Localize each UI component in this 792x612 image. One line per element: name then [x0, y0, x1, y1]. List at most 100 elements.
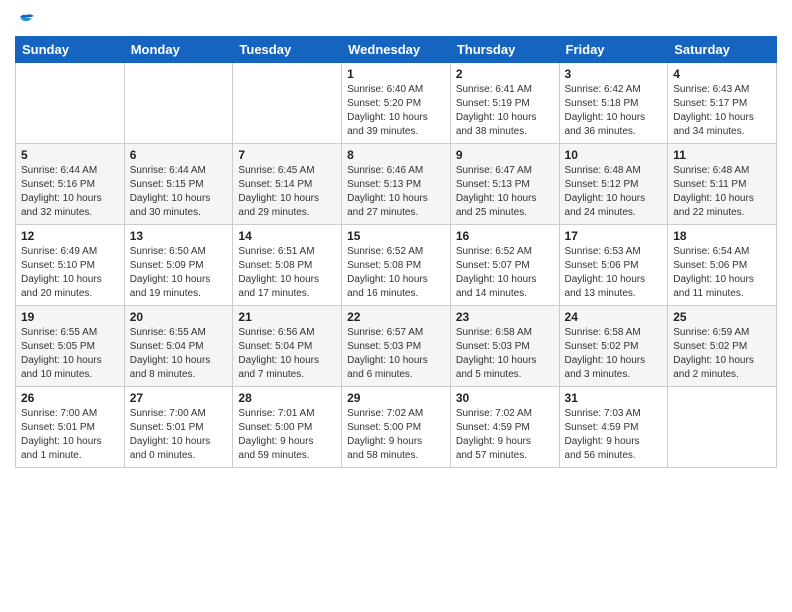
weekday-header-tuesday: Tuesday	[233, 37, 342, 63]
cell-daylight-info: Sunrise: 6:49 AM Sunset: 5:10 PM Dayligh…	[21, 245, 119, 301]
cell-day-number: 4	[673, 67, 771, 81]
calendar-cell: 1Sunrise: 6:40 AM Sunset: 5:20 PM Daylig…	[342, 63, 451, 144]
weekday-header-saturday: Saturday	[668, 37, 777, 63]
cell-daylight-info: Sunrise: 6:52 AM Sunset: 5:08 PM Dayligh…	[347, 245, 445, 301]
cell-day-number: 21	[238, 310, 336, 324]
calendar-cell: 16 Sunrise: 6:52 AM Sunset: 5:07 PM Dayli…	[450, 225, 559, 306]
calendar-week-row-0: 1Sunrise: 6:40 AM Sunset: 5:20 PM Daylig…	[16, 63, 777, 144]
cell-daylight-info: Sunrise: 7:02 AM Sunset: 4:59 PM Dayligh…	[456, 407, 554, 463]
calendar-cell: 10 Sunrise: 6:48 AM Sunset: 5:12 PM Dayli…	[559, 144, 668, 225]
cell-day-number: 16	[456, 229, 554, 243]
calendar-cell: 6 Sunrise: 6:44 AM Sunset: 5:15 PM Daylig…	[124, 144, 233, 225]
cell-day-number: 7	[238, 148, 336, 162]
calendar-cell: 21Sunrise: 6:56 AM Sunset: 5:04 PM Dayli…	[233, 306, 342, 387]
cell-day-number: 29	[347, 391, 445, 405]
calendar-cell: 2 Sunrise: 6:41 AM Sunset: 5:19 PM Daylig…	[450, 63, 559, 144]
calendar-cell: 14 Sunrise: 6:51 AM Sunset: 5:08 PM Dayli…	[233, 225, 342, 306]
weekday-header-thursday: Thursday	[450, 37, 559, 63]
cell-day-number: 15	[347, 229, 445, 243]
calendar-week-row-1: 5Sunrise: 6:44 AM Sunset: 5:16 PM Daylig…	[16, 144, 777, 225]
cell-daylight-info: Sunrise: 6:47 AM Sunset: 5:13 PM Dayligh…	[456, 164, 554, 220]
cell-day-number: 30	[456, 391, 554, 405]
cell-daylight-info: Sunrise: 6:54 AM Sunset: 5:06 PM Dayligh…	[673, 245, 771, 301]
logo	[15, 10, 36, 30]
page: SundayMondayTuesdayWednesdayThursdayFrid…	[0, 0, 792, 612]
cell-daylight-info: Sunrise: 7:00 AM Sunset: 5:01 PM Dayligh…	[21, 407, 119, 463]
cell-daylight-info: Sunrise: 6:51 AM Sunset: 5:08 PM Dayligh…	[238, 245, 336, 301]
cell-day-number: 12	[21, 229, 119, 243]
weekday-header-sunday: Sunday	[16, 37, 125, 63]
cell-day-number: 13	[130, 229, 228, 243]
calendar-cell: 28 Sunrise: 7:01 AM Sunset: 5:00 PM Dayli…	[233, 387, 342, 468]
weekday-header-wednesday: Wednesday	[342, 37, 451, 63]
logo-text	[15, 10, 36, 30]
cell-day-number: 31	[565, 391, 663, 405]
cell-daylight-info: Sunrise: 6:55 AM Sunset: 5:04 PM Dayligh…	[130, 326, 228, 382]
cell-day-number: 6	[130, 148, 228, 162]
cell-day-number: 20	[130, 310, 228, 324]
cell-day-number: 26	[21, 391, 119, 405]
calendar: SundayMondayTuesdayWednesdayThursdayFrid…	[15, 36, 777, 468]
cell-daylight-info: Sunrise: 7:03 AM Sunset: 4:59 PM Dayligh…	[565, 407, 663, 463]
cell-day-number: 9	[456, 148, 554, 162]
calendar-cell: 12 Sunrise: 6:49 AM Sunset: 5:10 PM Dayli…	[16, 225, 125, 306]
calendar-cell: 23 Sunrise: 6:58 AM Sunset: 5:03 PM Dayli…	[450, 306, 559, 387]
calendar-cell: 27 Sunrise: 7:00 AM Sunset: 5:01 PM Dayli…	[124, 387, 233, 468]
weekday-header-monday: Monday	[124, 37, 233, 63]
cell-daylight-info: Sunrise: 6:44 AM Sunset: 5:15 PM Dayligh…	[130, 164, 228, 220]
cell-day-number: 28	[238, 391, 336, 405]
calendar-week-row-2: 12 Sunrise: 6:49 AM Sunset: 5:10 PM Dayli…	[16, 225, 777, 306]
calendar-week-row-4: 26 Sunrise: 7:00 AM Sunset: 5:01 PM Dayli…	[16, 387, 777, 468]
calendar-cell: 7 Sunrise: 6:45 AM Sunset: 5:14 PM Daylig…	[233, 144, 342, 225]
calendar-cell: 5Sunrise: 6:44 AM Sunset: 5:16 PM Daylig…	[16, 144, 125, 225]
calendar-cell: 4Sunrise: 6:43 AM Sunset: 5:17 PM Daylig…	[668, 63, 777, 144]
calendar-cell: 3 Sunrise: 6:42 AM Sunset: 5:18 PM Daylig…	[559, 63, 668, 144]
calendar-cell: 20 Sunrise: 6:55 AM Sunset: 5:04 PM Dayli…	[124, 306, 233, 387]
calendar-cell: 13 Sunrise: 6:50 AM Sunset: 5:09 PM Dayli…	[124, 225, 233, 306]
calendar-cell: 30 Sunrise: 7:02 AM Sunset: 4:59 PM Dayli…	[450, 387, 559, 468]
calendar-cell: 17Sunrise: 6:53 AM Sunset: 5:06 PM Dayli…	[559, 225, 668, 306]
cell-day-number: 23	[456, 310, 554, 324]
cell-daylight-info: Sunrise: 6:59 AM Sunset: 5:02 PM Dayligh…	[673, 326, 771, 382]
cell-daylight-info: Sunrise: 6:52 AM Sunset: 5:07 PM Dayligh…	[456, 245, 554, 301]
calendar-cell: 18 Sunrise: 6:54 AM Sunset: 5:06 PM Dayli…	[668, 225, 777, 306]
cell-day-number: 11	[673, 148, 771, 162]
calendar-cell	[124, 63, 233, 144]
calendar-cell	[233, 63, 342, 144]
cell-daylight-info: Sunrise: 6:42 AM Sunset: 5:18 PM Dayligh…	[565, 83, 663, 139]
calendar-cell: 15 Sunrise: 6:52 AM Sunset: 5:08 PM Dayli…	[342, 225, 451, 306]
cell-daylight-info: Sunrise: 6:58 AM Sunset: 5:03 PM Dayligh…	[456, 326, 554, 382]
cell-daylight-info: Sunrise: 6:41 AM Sunset: 5:19 PM Dayligh…	[456, 83, 554, 139]
calendar-cell	[668, 387, 777, 468]
cell-day-number: 19	[21, 310, 119, 324]
cell-day-number: 22	[347, 310, 445, 324]
cell-day-number: 24	[565, 310, 663, 324]
calendar-header-row: SundayMondayTuesdayWednesdayThursdayFrid…	[16, 37, 777, 63]
cell-day-number: 27	[130, 391, 228, 405]
cell-daylight-info: Sunrise: 7:00 AM Sunset: 5:01 PM Dayligh…	[130, 407, 228, 463]
cell-daylight-info: Sunrise: 6:57 AM Sunset: 5:03 PM Dayligh…	[347, 326, 445, 382]
calendar-cell: 24Sunrise: 6:58 AM Sunset: 5:02 PM Dayli…	[559, 306, 668, 387]
cell-day-number: 5	[21, 148, 119, 162]
cell-day-number: 10	[565, 148, 663, 162]
cell-daylight-info: Sunrise: 6:45 AM Sunset: 5:14 PM Dayligh…	[238, 164, 336, 220]
cell-daylight-info: Sunrise: 7:02 AM Sunset: 5:00 PM Dayligh…	[347, 407, 445, 463]
calendar-cell: 19Sunrise: 6:55 AM Sunset: 5:05 PM Dayli…	[16, 306, 125, 387]
header	[15, 10, 777, 30]
cell-daylight-info: Sunrise: 7:01 AM Sunset: 5:00 PM Dayligh…	[238, 407, 336, 463]
cell-day-number: 2	[456, 67, 554, 81]
calendar-cell: 25 Sunrise: 6:59 AM Sunset: 5:02 PM Dayli…	[668, 306, 777, 387]
weekday-header-friday: Friday	[559, 37, 668, 63]
cell-day-number: 25	[673, 310, 771, 324]
calendar-cell	[16, 63, 125, 144]
cell-day-number: 8	[347, 148, 445, 162]
cell-day-number: 14	[238, 229, 336, 243]
cell-day-number: 3	[565, 67, 663, 81]
cell-daylight-info: Sunrise: 6:48 AM Sunset: 5:12 PM Dayligh…	[565, 164, 663, 220]
calendar-week-row-3: 19Sunrise: 6:55 AM Sunset: 5:05 PM Dayli…	[16, 306, 777, 387]
cell-daylight-info: Sunrise: 6:48 AM Sunset: 5:11 PM Dayligh…	[673, 164, 771, 220]
cell-daylight-info: Sunrise: 6:50 AM Sunset: 5:09 PM Dayligh…	[130, 245, 228, 301]
cell-day-number: 18	[673, 229, 771, 243]
calendar-cell: 8Sunrise: 6:46 AM Sunset: 5:13 PM Daylig…	[342, 144, 451, 225]
cell-daylight-info: Sunrise: 6:40 AM Sunset: 5:20 PM Dayligh…	[347, 83, 445, 139]
